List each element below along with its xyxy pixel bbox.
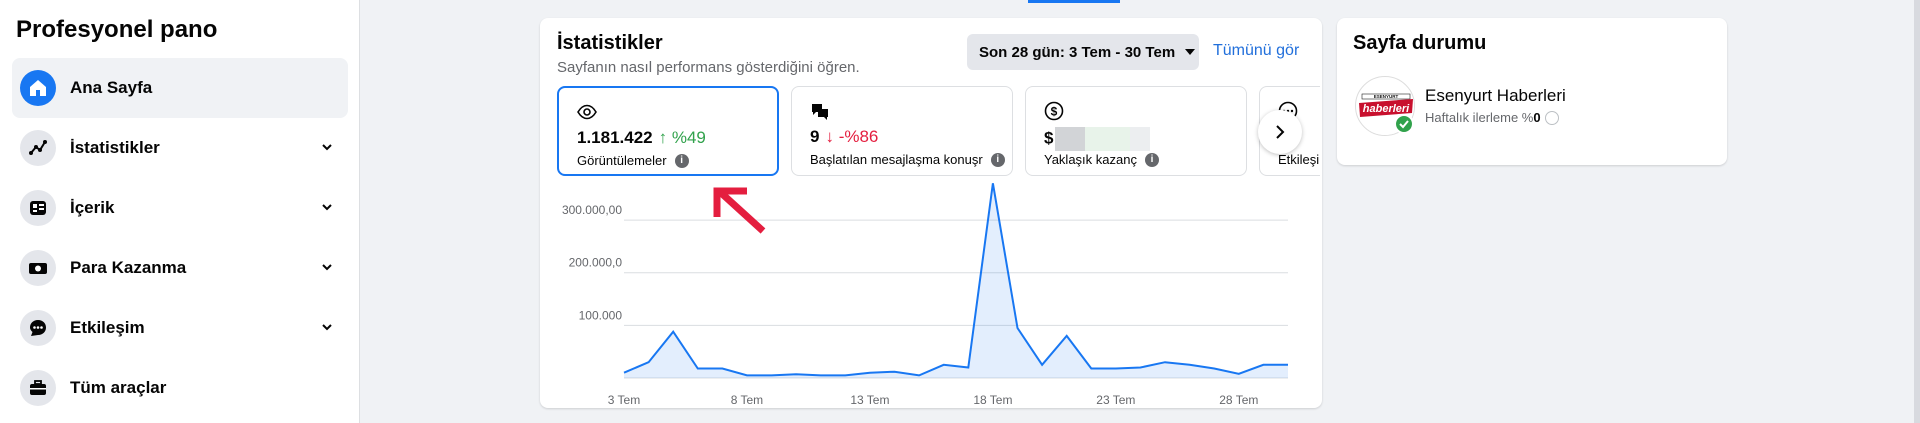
metric-label: Görüntülemeler (577, 153, 667, 168)
info-icon[interactable]: i (674, 153, 689, 168)
active-tab-indicator (1028, 0, 1120, 3)
next-metrics-button[interactable] (1258, 110, 1302, 154)
page-name[interactable]: Esenyurt Haberleri (1425, 86, 1566, 106)
svg-text:$: $ (1051, 105, 1058, 119)
metric-card-messages[interactable]: 9 ↓ -%86 Başlatılan mesajlaşma konuşr i (791, 86, 1013, 176)
sidebar-item-engagement[interactable]: Etkileşim (12, 298, 348, 358)
metric-change: ↑ %49 (658, 128, 706, 147)
sidebar-item-monetization[interactable]: Para Kazanma (12, 238, 348, 298)
sidebar-item-label: Para Kazanma (70, 258, 187, 277)
progress-label: Haftalık ilerleme % (1425, 110, 1534, 125)
chevron-down-icon (322, 324, 332, 331)
x-tick-label: 3 Tem (608, 393, 640, 407)
sidebar-item-content[interactable]: İçerik (12, 178, 348, 238)
progress-value: 0 (1533, 110, 1541, 125)
sidebar-item-home[interactable]: Ana Sayfa (12, 58, 348, 118)
chat-icon (20, 310, 56, 346)
trend-icon (20, 130, 56, 166)
views-chart: 100.000 200.000,0 300.000,00 3 Tem 8 Tem 13 … (562, 183, 1288, 407)
sidebar-nav: Ana Sayfa İstatistikler İçerik Para Kaza… (12, 58, 348, 418)
redacted-value (1085, 127, 1131, 151)
metric-label: Etkileşi (1278, 152, 1320, 167)
y-tick-label: 200.000,0 (569, 256, 623, 270)
sidebar-item-label: Tüm araçlar (70, 378, 167, 397)
metric-label: Yaklaşık kazanç (1044, 152, 1137, 167)
verified-check-icon (1394, 114, 1414, 134)
metric-change: ↓ -%86 (825, 127, 879, 146)
sidebar: Profesyonel pano Ana Sayfa İstatistikler… (0, 0, 360, 423)
x-tick-label: 8 Tem (731, 393, 763, 407)
sidebar-item-label: İçerik (70, 198, 115, 217)
content-icon (20, 190, 56, 226)
page-scrollbar[interactable] (1914, 0, 1920, 423)
metric-value: 9 (810, 127, 820, 146)
sidebar-item-statistics[interactable]: İstatistikler (12, 118, 348, 178)
progress-ring-icon (1544, 110, 1559, 125)
caret-down-icon (1185, 49, 1196, 55)
red-arrow-annotation (713, 187, 766, 234)
toolbox-icon (20, 370, 56, 406)
sidebar-title: Profesyonel pano (16, 16, 218, 43)
date-range-label: Son 28 gün: 3 Tem - 30 Tem (979, 43, 1176, 61)
metric-card-views[interactable]: 1.181.422 ↑ %49 Görüntülemeler i (557, 86, 779, 176)
sidebar-item-label: Ana Sayfa (70, 78, 153, 97)
statistics-title: İstatistikler (557, 32, 663, 54)
sidebar-item-label: İstatistikler (70, 138, 160, 157)
chevron-down-icon (322, 264, 332, 271)
dollar-icon: $ (1044, 101, 1064, 121)
money-icon (20, 250, 56, 286)
statistics-subtitle: Sayfanın nasıl performans gösterdiğini ö… (557, 59, 860, 76)
messages-icon (812, 104, 828, 120)
metric-value: $ (1044, 128, 1054, 148)
x-tick-label: 13 Tem (850, 393, 889, 407)
eye-icon (577, 104, 597, 120)
metric-card-earnings[interactable]: $ $ Yaklaşık kazanç i (1025, 86, 1247, 176)
sidebar-item-label: Etkileşim (70, 318, 145, 337)
x-tick-label: 23 Tem (1096, 393, 1135, 407)
info-icon[interactable]: i (1144, 152, 1159, 167)
info-icon[interactable]: i (990, 152, 1005, 167)
logo-small-text: ESENYURT (1374, 94, 1399, 99)
chevron-right-icon (1276, 125, 1285, 139)
statistics-card: İstatistikler Sayfanın nasıl performans … (540, 18, 1322, 408)
home-icon (20, 70, 56, 106)
date-range-dropdown[interactable]: Son 28 gün: 3 Tem - 30 Tem (967, 34, 1199, 70)
sidebar-item-all-tools[interactable]: Tüm araçlar (12, 358, 348, 418)
see-all-link[interactable]: Tümünü gör (1213, 42, 1299, 60)
redacted-value (1130, 127, 1151, 151)
weekly-progress: Haftalık ilerleme % 0 (1425, 110, 1559, 125)
x-tick-label: 18 Tem (973, 393, 1012, 407)
metric-label: Başlatılan mesajlaşma konuşr (810, 152, 983, 167)
y-tick-label: 300.000,00 (562, 203, 622, 217)
chevron-down-icon (322, 204, 332, 211)
metrics-row: 1.181.422 ↑ %49 Görüntülemeler i 9 ↓ -%86 B… (557, 86, 1320, 178)
redacted-value (1055, 127, 1086, 151)
page-status-card: Sayfa durumu ESENYURT haberleri Esenyurt… (1337, 18, 1727, 165)
page-status-title: Sayfa durumu (1353, 32, 1487, 54)
chevron-down-icon (322, 144, 332, 151)
x-tick-label: 28 Tem (1219, 393, 1258, 407)
y-tick-label: 100.000 (579, 308, 623, 322)
metric-value: 1.181.422 (577, 128, 653, 147)
